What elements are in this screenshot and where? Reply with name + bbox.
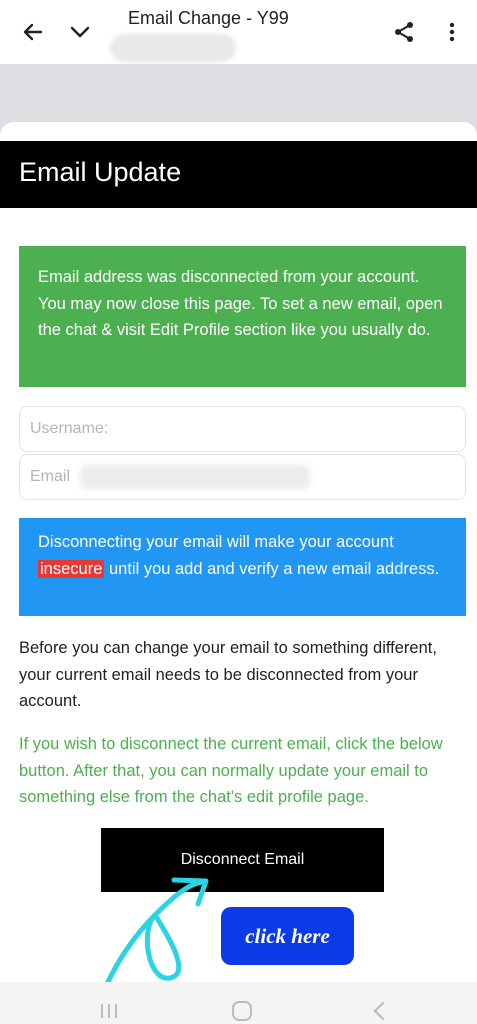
warning-highlight: insecure (38, 559, 105, 578)
page-title: Email Change - Y99 (128, 8, 289, 28)
info-paragraph: Before you can change your email to some… (19, 639, 437, 710)
browser-toolbar: Email Change - Y99 (0, 0, 477, 64)
instruction-paragraph: If you wish to disconnect the current em… (19, 735, 443, 806)
back-arrow-icon[interactable] (17, 16, 49, 48)
share-icon[interactable] (388, 16, 420, 48)
back-nav-icon[interactable] (370, 1000, 388, 1024)
home-icon[interactable] (230, 1000, 254, 1024)
warning-alert: Disconnecting your email will make your … (19, 518, 466, 616)
success-alert: Email address was disconnected from your… (19, 246, 466, 387)
warning-text-after: until you add and verify a new email add… (108, 559, 440, 578)
url-blurred (110, 34, 236, 62)
warning-text-before: Disconnecting your email will make your … (38, 533, 394, 551)
chevron-down-icon[interactable] (64, 16, 96, 48)
annotation-arrow-icon (99, 877, 209, 999)
click-here-button[interactable]: click here (221, 907, 354, 965)
email-value-blurred (80, 465, 310, 489)
username-field[interactable]: Username: (19, 406, 466, 452)
email-placeholder: Email (30, 468, 71, 485)
recent-apps-icon[interactable] (98, 1000, 120, 1024)
page-heading: Email Update (19, 157, 182, 187)
email-field[interactable]: Email (19, 454, 466, 500)
more-vert-icon[interactable] (436, 16, 468, 48)
username-placeholder: Username: (30, 420, 109, 437)
